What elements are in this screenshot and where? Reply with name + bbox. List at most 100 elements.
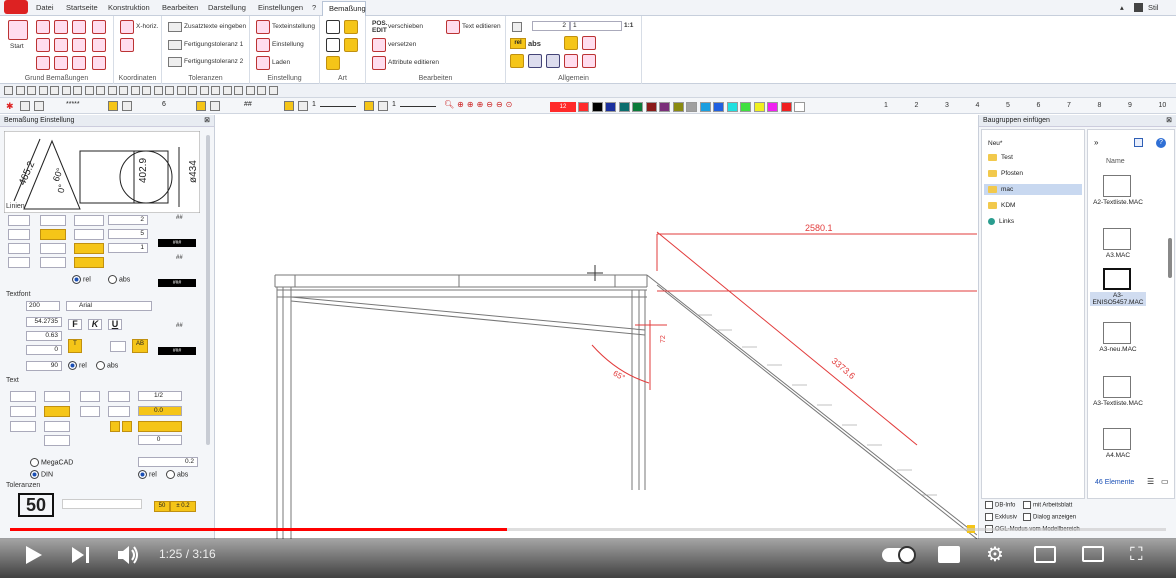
volume-icon[interactable] — [118, 545, 140, 565]
expand-icon[interactable]: » — [1094, 138, 1098, 147]
snap-icon[interactable]: ✱ — [6, 101, 14, 112]
list-scrollbar[interactable] — [1168, 238, 1172, 278]
underline-button[interactable]: U — [108, 319, 122, 330]
text-rel-radio[interactable]: rel — [68, 361, 87, 370]
tol-rel-radio[interactable]: rel — [138, 470, 157, 479]
text-edit-button[interactable]: Text editieren — [462, 23, 501, 30]
file-thumbnail[interactable] — [1103, 428, 1131, 450]
db-info-checkbox[interactable]: DB-Info — [985, 501, 1015, 509]
file-label[interactable]: A2-Textliste.MAC — [1090, 199, 1146, 206]
text-pos-14[interactable] — [44, 435, 70, 446]
tol-pm-box[interactable]: ± 0.2 — [170, 501, 196, 512]
hatch-field[interactable]: ## — [244, 101, 252, 108]
color-swatch[interactable] — [794, 102, 805, 112]
allg-icon-1[interactable] — [564, 36, 578, 50]
text-color-block[interactable]: ### — [158, 347, 196, 355]
lock-icon-4[interactable] — [364, 101, 374, 111]
art-auto-icon[interactable] — [344, 20, 358, 34]
menu-bearbeiten[interactable]: Bearbeiten — [162, 3, 198, 12]
menu-konstruktion[interactable]: Konstruktion — [108, 3, 150, 12]
bold-button[interactable]: F — [68, 319, 82, 330]
dimension-wizard-icon[interactable] — [8, 20, 28, 40]
color-swatch[interactable] — [645, 102, 657, 112]
text-pos-8[interactable] — [108, 406, 130, 417]
line-style-10[interactable] — [8, 257, 30, 268]
text-offset-field[interactable]: 0 — [138, 435, 182, 445]
text-height-input[interactable]: 54.2735 — [26, 317, 62, 327]
text-pos-13[interactable] — [138, 421, 182, 432]
start-label[interactable]: Start — [10, 43, 24, 50]
tol-small-box[interactable]: 50 — [154, 501, 170, 512]
color-swatch[interactable] — [753, 102, 765, 112]
pos-edit-label[interactable]: POS. EDIT — [372, 20, 388, 34]
quick-tool-icon[interactable] — [245, 86, 255, 95]
scale-input-2[interactable]: 1 — [570, 21, 622, 31]
quick-tool-icon[interactable] — [15, 86, 25, 95]
quick-tool-icon[interactable] — [27, 86, 36, 95]
file-label[interactable]: A3-ENISO5457.MAC — [1090, 292, 1146, 306]
text-pos-7[interactable] — [80, 406, 100, 417]
file-thumbnail[interactable] — [1103, 376, 1131, 398]
linien-input-3[interactable]: 1 — [108, 243, 148, 253]
color-swatch[interactable] — [686, 102, 697, 112]
color-swatch[interactable] — [672, 102, 684, 112]
angle-label[interactable]: 65° — [612, 369, 627, 383]
quick-tool-icon[interactable] — [4, 86, 13, 95]
line-style-9[interactable] — [74, 243, 104, 254]
quick-tool-icon[interactable] — [38, 86, 48, 95]
exklusiv-checkbox[interactable]: Exklusiv — [985, 513, 1017, 521]
group-icon[interactable] — [34, 101, 44, 111]
tree-folder-mac[interactable]: mac — [984, 184, 1082, 196]
text-pos-9[interactable] — [10, 421, 36, 432]
line-width-2[interactable]: 1 — [392, 101, 396, 108]
linien-rel-radio[interactable]: rel — [72, 275, 91, 284]
text-width-input[interactable]: 0.63 — [26, 331, 62, 341]
zusatz-button[interactable]: Zusatztexte eingeben — [184, 23, 246, 30]
layer-icon-2[interactable] — [122, 101, 132, 111]
allg-icon-7[interactable] — [582, 54, 596, 68]
color-swatch[interactable] — [618, 102, 630, 112]
file-label[interactable]: A3-neu.MAC — [1090, 346, 1146, 353]
theater-icon[interactable] — [1082, 546, 1104, 562]
color-swatch[interactable] — [605, 102, 616, 112]
versetzen-button[interactable]: versetzen — [388, 41, 416, 48]
layer-icon[interactable] — [20, 101, 30, 111]
text-pos-1[interactable] — [10, 391, 36, 402]
line-style-4[interactable] — [8, 229, 30, 240]
laden-button[interactable]: Laden — [272, 59, 290, 66]
line-style-2[interactable] — [40, 215, 66, 226]
text-pos-3[interactable] — [80, 391, 100, 402]
radius-dim-icon[interactable] — [54, 38, 68, 52]
quick-tool-icon[interactable] — [199, 86, 209, 95]
line-style-1[interactable] — [8, 215, 30, 226]
menu-datei[interactable]: Datei — [36, 3, 54, 12]
file-thumbnail[interactable] — [1103, 268, 1131, 290]
circle-dim-icon[interactable] — [72, 56, 86, 70]
view-toggle-icon[interactable] — [1134, 138, 1143, 147]
file-label[interactable]: A3-Textliste.MAC — [1090, 400, 1146, 407]
panel-scrollbar[interactable] — [206, 135, 210, 445]
line-width-1[interactable]: 1 — [312, 101, 316, 108]
tree-folder-kdm[interactable]: KDM — [988, 202, 1015, 209]
text-offset-input[interactable]: 0 — [26, 345, 62, 355]
quick-tool-icon[interactable] — [153, 86, 163, 95]
user-icon[interactable] — [1134, 3, 1143, 12]
slope-dim-icon[interactable] — [36, 56, 50, 70]
coordinate-dim-icon[interactable] — [92, 38, 106, 52]
fraction-input[interactable]: 1/2 — [138, 391, 182, 401]
line-style-7[interactable] — [8, 243, 30, 254]
dim-top-label[interactable]: 2580.1 — [805, 223, 833, 233]
x-horiz-label[interactable]: X-horiz. — [136, 23, 158, 30]
layer-number[interactable]: 6 — [162, 101, 166, 108]
quick-tool-icon[interactable] — [211, 86, 220, 95]
quick-tool-icon[interactable] — [61, 86, 71, 95]
menu-einstellungen[interactable]: Einstellungen — [258, 3, 303, 12]
color-swatch[interactable] — [740, 102, 751, 112]
quick-tool-icon[interactable] — [222, 86, 232, 95]
tol-abs-radio[interactable]: abs — [166, 470, 188, 479]
din-radio[interactable]: DIN — [30, 470, 53, 479]
quick-tool-icon[interactable] — [73, 86, 82, 95]
next-icon[interactable] — [72, 547, 90, 563]
play-icon[interactable] — [26, 546, 42, 564]
column-header-name[interactable]: Name — [1106, 158, 1125, 165]
